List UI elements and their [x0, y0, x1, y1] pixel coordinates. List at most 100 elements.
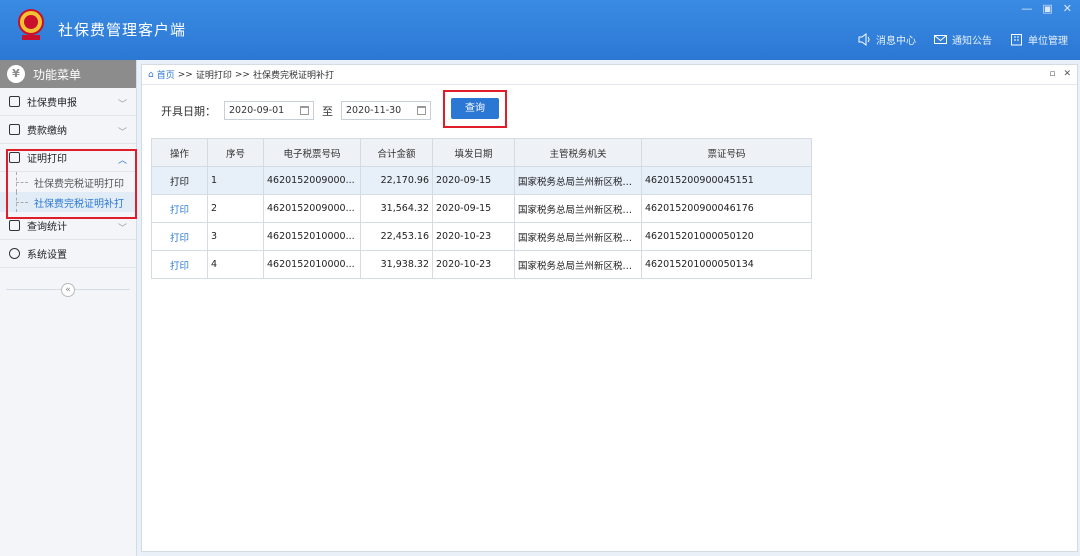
message-center-button[interactable]: 消息中心 — [858, 32, 916, 47]
seq-cell: 3 — [207, 222, 264, 251]
sidebar-item-settings[interactable]: 系统设置 — [0, 240, 136, 268]
ticket-number-cell: 4620152010000... — [263, 250, 361, 279]
notice-button[interactable]: 通知公告 — [934, 32, 992, 47]
chart-icon — [9, 220, 20, 231]
amount-cell: 31,564.32 — [360, 194, 433, 223]
app-title: 社保费管理客户端 — [58, 21, 187, 39]
collapse-sidebar-button[interactable]: « — [61, 283, 75, 297]
end-date-input[interactable]: 2020-11-30 — [341, 101, 431, 120]
column-header: 操作 — [151, 138, 208, 167]
sidebar-item-payment[interactable]: 费款缴纳 ﹀ — [0, 116, 136, 144]
table-row[interactable]: 打印 2 4620152009000... 31,564.32 2020-09-… — [151, 194, 812, 223]
column-header: 主管税务机关 — [514, 138, 642, 167]
cert-number-cell: 462015201000050134 — [641, 250, 812, 279]
results-table: 操作 序号 电子税票号码 合计金额 填发日期 主管税务机关 票证号码 打印 1 … — [151, 138, 812, 279]
list-icon — [9, 96, 20, 107]
mail-icon — [934, 35, 947, 44]
ticket-number-cell: 4620152009000... — [263, 194, 361, 223]
date-cell: 2020-10-23 — [432, 250, 515, 279]
date-cell: 2020-09-15 — [432, 166, 515, 195]
sidebar-title: 功能菜单 — [33, 67, 82, 82]
panel-controls: ▫ ✕ — [1049, 69, 1071, 79]
sidebar-item-label: 费款缴纳 — [27, 126, 67, 137]
breadcrumb-home[interactable]: ⌂ 首页 — [148, 68, 175, 82]
gear-icon — [9, 248, 20, 259]
highlight-box-menu — [6, 149, 137, 219]
print-link[interactable]: 打印 — [151, 222, 208, 251]
amount-cell: 31,938.32 — [360, 250, 433, 279]
table-row[interactable]: 打印 3 4620152010000... 22,453.16 2020-10-… — [151, 222, 812, 251]
tax-office-cell: 国家税务总局兰州新区税务... — [514, 194, 642, 223]
amount-cell: 22,453.16 — [360, 222, 433, 251]
column-header: 序号 — [207, 138, 264, 167]
sidebar-item-declaration[interactable]: 社保费申报 ﹀ — [0, 88, 136, 116]
cert-number-cell: 462015200900045151 — [641, 166, 812, 195]
column-header: 填发日期 — [432, 138, 515, 167]
sidebar: ¥ 功能菜单 社保费申报 ﹀ 费款缴纳 ﹀ 证明打印 ︿ 社保费完税证明打印 社… — [0, 60, 137, 556]
minimize-icon[interactable]: — — [1021, 2, 1032, 15]
chevron-down-icon: ﹀ — [117, 224, 127, 234]
calendar-icon[interactable] — [300, 106, 309, 115]
close-window-icon[interactable]: ✕ — [1063, 2, 1072, 15]
sidebar-item-label: 社保费申报 — [27, 98, 77, 109]
print-link[interactable]: 打印 — [151, 250, 208, 279]
top-actions: 消息中心 通知公告 单位管理 — [858, 32, 1068, 47]
cert-number-cell: 462015200900046176 — [641, 194, 812, 223]
to-label: 至 — [322, 104, 333, 118]
end-date-value: 2020-11-30 — [346, 105, 402, 116]
breadcrumb-home-label: 首页 — [156, 71, 175, 81]
tax-emblem-logo — [18, 9, 44, 40]
tax-office-cell: 国家税务总局兰州新区税务... — [514, 166, 642, 195]
unit-management-label: 单位管理 — [1028, 36, 1068, 47]
date-cell: 2020-10-23 — [432, 222, 515, 251]
column-header: 票证号码 — [641, 138, 812, 167]
maximize-icon[interactable]: ▣ — [1042, 2, 1052, 15]
unit-management-button[interactable]: 单位管理 — [1010, 32, 1068, 47]
speaker-icon — [858, 33, 870, 46]
building-icon — [1011, 34, 1022, 46]
calendar-icon[interactable] — [417, 106, 426, 115]
table-row[interactable]: 打印 1 4620152009000... 22,170.96 2020-09-… — [151, 166, 812, 195]
message-center-label: 消息中心 — [876, 36, 916, 47]
restore-panel-icon[interactable]: ▫ — [1049, 69, 1055, 79]
sidebar-item-label: 查询统计 — [27, 222, 67, 233]
highlight-box-query — [443, 90, 507, 128]
issue-date-label: 开具日期： — [161, 104, 216, 118]
column-header: 电子税票号码 — [263, 138, 361, 167]
breadcrumb-level2: 社保费完税证明补打 — [252, 71, 334, 81]
breadcrumb: ⌂ 首页 >> 证明打印 >> 社保费完税证明补打 ▫ ✕ — [142, 65, 1077, 85]
seq-cell: 2 — [207, 194, 264, 223]
table-row[interactable]: 打印 4 4620152010000... 31,938.32 2020-10-… — [151, 250, 812, 279]
seq-cell: 1 — [207, 166, 264, 195]
app-header: 社保费管理客户端 — ▣ ✕ 消息中心 通知公告 单位管理 — [0, 0, 1080, 60]
print-link[interactable]: 打印 — [151, 166, 208, 195]
breadcrumb-level1: 证明打印 — [195, 71, 232, 81]
breadcrumb-separator: >> — [234, 69, 250, 80]
tax-office-cell: 国家税务总局兰州新区税务... — [514, 222, 642, 251]
close-panel-icon[interactable]: ✕ — [1063, 69, 1071, 79]
ticket-number-cell: 4620152009000... — [263, 166, 361, 195]
column-header: 合计金额 — [360, 138, 433, 167]
chevron-down-icon: ﹀ — [117, 100, 127, 110]
date-cell: 2020-09-15 — [432, 194, 515, 223]
yuan-icon: ¥ — [7, 65, 25, 83]
chevron-down-icon: ﹀ — [117, 128, 127, 138]
home-icon: ⌂ — [148, 69, 154, 80]
start-date-value: 2020-09-01 — [229, 105, 285, 116]
ticket-number-cell: 4620152010000... — [263, 222, 361, 251]
notice-label: 通知公告 — [952, 36, 992, 47]
print-link[interactable]: 打印 — [151, 194, 208, 223]
start-date-input[interactable]: 2020-09-01 — [224, 101, 314, 120]
sidebar-item-label: 系统设置 — [27, 250, 67, 261]
date-filter: 开具日期： 2020-09-01 至 2020-11-30 — [161, 101, 431, 120]
save-icon — [9, 124, 20, 135]
table-header-row: 操作 序号 电子税票号码 合计金额 填发日期 主管税务机关 票证号码 — [151, 138, 812, 167]
sidebar-header: ¥ 功能菜单 — [0, 60, 136, 88]
cert-number-cell: 462015201000050120 — [641, 222, 812, 251]
breadcrumb-separator: >> — [177, 69, 193, 80]
main-content: ⌂ 首页 >> 证明打印 >> 社保费完税证明补打 ▫ ✕ 开具日期： 2020… — [141, 64, 1078, 552]
amount-cell: 22,170.96 — [360, 166, 433, 195]
seq-cell: 4 — [207, 250, 264, 279]
window-controls: — ▣ ✕ — [1021, 2, 1072, 15]
tax-office-cell: 国家税务总局兰州新区税务... — [514, 250, 642, 279]
